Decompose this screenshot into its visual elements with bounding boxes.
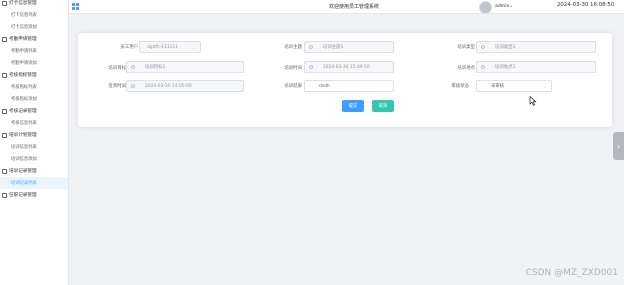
menu-item-indicators-list[interactable]: 考核指标列表 [0, 81, 68, 93]
menu-group-icon [2, 0, 7, 6]
menu-group-icon [2, 36, 7, 42]
menu-group-icon [2, 72, 7, 78]
submit-button[interactable]: 提交 [342, 100, 364, 112]
audit-select[interactable]: 未审核 ⌄ [476, 80, 552, 92]
calendar-icon [309, 65, 313, 69]
menu-group-training-records[interactable]: 培训记录管理 [0, 165, 68, 177]
watermark: CSDN @MZ_ZXD001 [525, 268, 618, 278]
user-dropdown[interactable]: admin⌄ [495, 4, 513, 9]
place-input[interactable]: 培训地点1 [476, 61, 596, 73]
menu-item-attendance-add[interactable]: 考勤申请添加 [0, 57, 68, 69]
goal-label: 培训目标 [108, 66, 126, 71]
goal-value: 培训目标1 [145, 65, 166, 70]
type-value: 培训类型1 [495, 45, 516, 50]
calendar-icon [131, 84, 135, 88]
topic-label: 培训主题 [284, 45, 302, 50]
menu-group-label: 考核记录管理 [9, 109, 37, 114]
result-label: 培训结果 [284, 84, 302, 89]
training-record-form: 员工用户 dgdfh-111111 ⌄ 培训主题 培训主题1 培训类型 培训类型… [78, 33, 612, 127]
goal-input[interactable]: 培训目标1 [126, 61, 244, 73]
signin-value: 2024-03-30 14:00:00 [145, 83, 192, 89]
side-panel-toggle[interactable]: › [613, 132, 624, 160]
input-prefix-icon [131, 65, 135, 69]
employee-value: dgdfh-111111 [147, 44, 179, 50]
menu-item-assessment-list[interactable]: 考核信息列表 [0, 117, 68, 129]
result-value: dsdh [319, 83, 330, 89]
chevron-down-icon: ⌄ [192, 45, 196, 50]
time-picker[interactable]: 2024-03-30 15:49:50 [304, 61, 394, 73]
signin-picker[interactable]: 2024-03-30 14:00:00 [126, 80, 244, 92]
chevron-down-icon: ⌄ [509, 4, 514, 9]
current-datetime: 2024-03-30 16:08:50 [557, 2, 615, 8]
cancel-button[interactable]: 取消 [372, 100, 394, 112]
menu-item-clockin-list[interactable]: 打卡信息列表 [0, 9, 68, 21]
menu-item-attendance-list[interactable]: 考勤申请列表 [0, 45, 68, 57]
sidebar-menu: 打卡信息管理 打卡信息列表 打卡信息添加 考勤申请管理 考勤申请列表 考勤申请添… [0, 0, 69, 285]
input-prefix-icon [481, 45, 485, 49]
result-input[interactable]: dsdh [304, 80, 394, 92]
menu-item-training-records-list[interactable]: 培训记录列表 [0, 177, 68, 189]
menu-group-label: 任职记录管理 [9, 193, 37, 198]
topic-value: 培训主题1 [323, 45, 344, 50]
menu-group-label: 培训计划管理 [9, 133, 37, 138]
employee-select[interactable]: dgdfh-111111 ⌄ [139, 41, 201, 53]
type-label: 培训类型 [457, 45, 475, 50]
menu-item-training-list[interactable]: 培训信息列表 [0, 141, 68, 153]
menu-item-training-add[interactable]: 培训信息添加 [0, 153, 68, 165]
menu-group-label: 培训记录管理 [9, 169, 37, 174]
menu-group-label: 考核指标管理 [9, 73, 37, 78]
input-prefix-icon [481, 65, 485, 69]
place-value: 培训地点1 [495, 65, 516, 70]
menu-item-indicators-add[interactable]: 考核指标添加 [0, 93, 68, 105]
chevron-right-icon: › [616, 141, 621, 151]
user-name: admin [495, 4, 510, 9]
menu-group-icon [2, 132, 7, 138]
menu-group-icon [2, 108, 7, 114]
employee-label: 员工用户 [120, 45, 138, 50]
audit-value: 未审核 [491, 84, 505, 89]
chevron-down-icon: ⌄ [543, 84, 547, 89]
menu-group-label: 考勤申请管理 [9, 37, 37, 42]
time-value: 2024-03-30 15:49:50 [323, 64, 370, 70]
topic-input[interactable]: 培训主题1 [304, 41, 394, 53]
menu-group-icon [2, 192, 7, 198]
menu-toggle-icon[interactable] [72, 3, 79, 10]
signin-label: 签到时间 [108, 84, 126, 89]
menu-group-attendance[interactable]: 考勤申请管理 [0, 33, 68, 45]
top-bar: 欢迎使用员工管理系统 admin⌄ 2024-03-30 16:08:50 [69, 0, 624, 14]
menu-group-indicators[interactable]: 考核指标管理 [0, 69, 68, 81]
menu-group-training-plan[interactable]: 培训计划管理 [0, 129, 68, 141]
menu-group-assessment[interactable]: 考核记录管理 [0, 105, 68, 117]
mouse-cursor-icon [529, 96, 537, 106]
welcome-text: 欢迎使用员工管理系统 [328, 4, 379, 10]
menu-group-label: 打卡信息管理 [9, 1, 37, 6]
audit-label: 审核状态 [451, 84, 469, 89]
menu-item-clockin-add[interactable]: 打卡信息添加 [0, 21, 68, 33]
menu-group-employment[interactable]: 任职记录管理 [0, 189, 68, 201]
type-input[interactable]: 培训类型1 [476, 41, 596, 53]
input-prefix-icon [309, 45, 313, 49]
place-label: 培训地点 [457, 66, 475, 71]
time-label: 培训时间 [284, 66, 302, 71]
avatar[interactable] [479, 0, 492, 14]
menu-group-clockin[interactable]: 打卡信息管理 [0, 0, 68, 9]
menu-group-icon [2, 168, 7, 174]
